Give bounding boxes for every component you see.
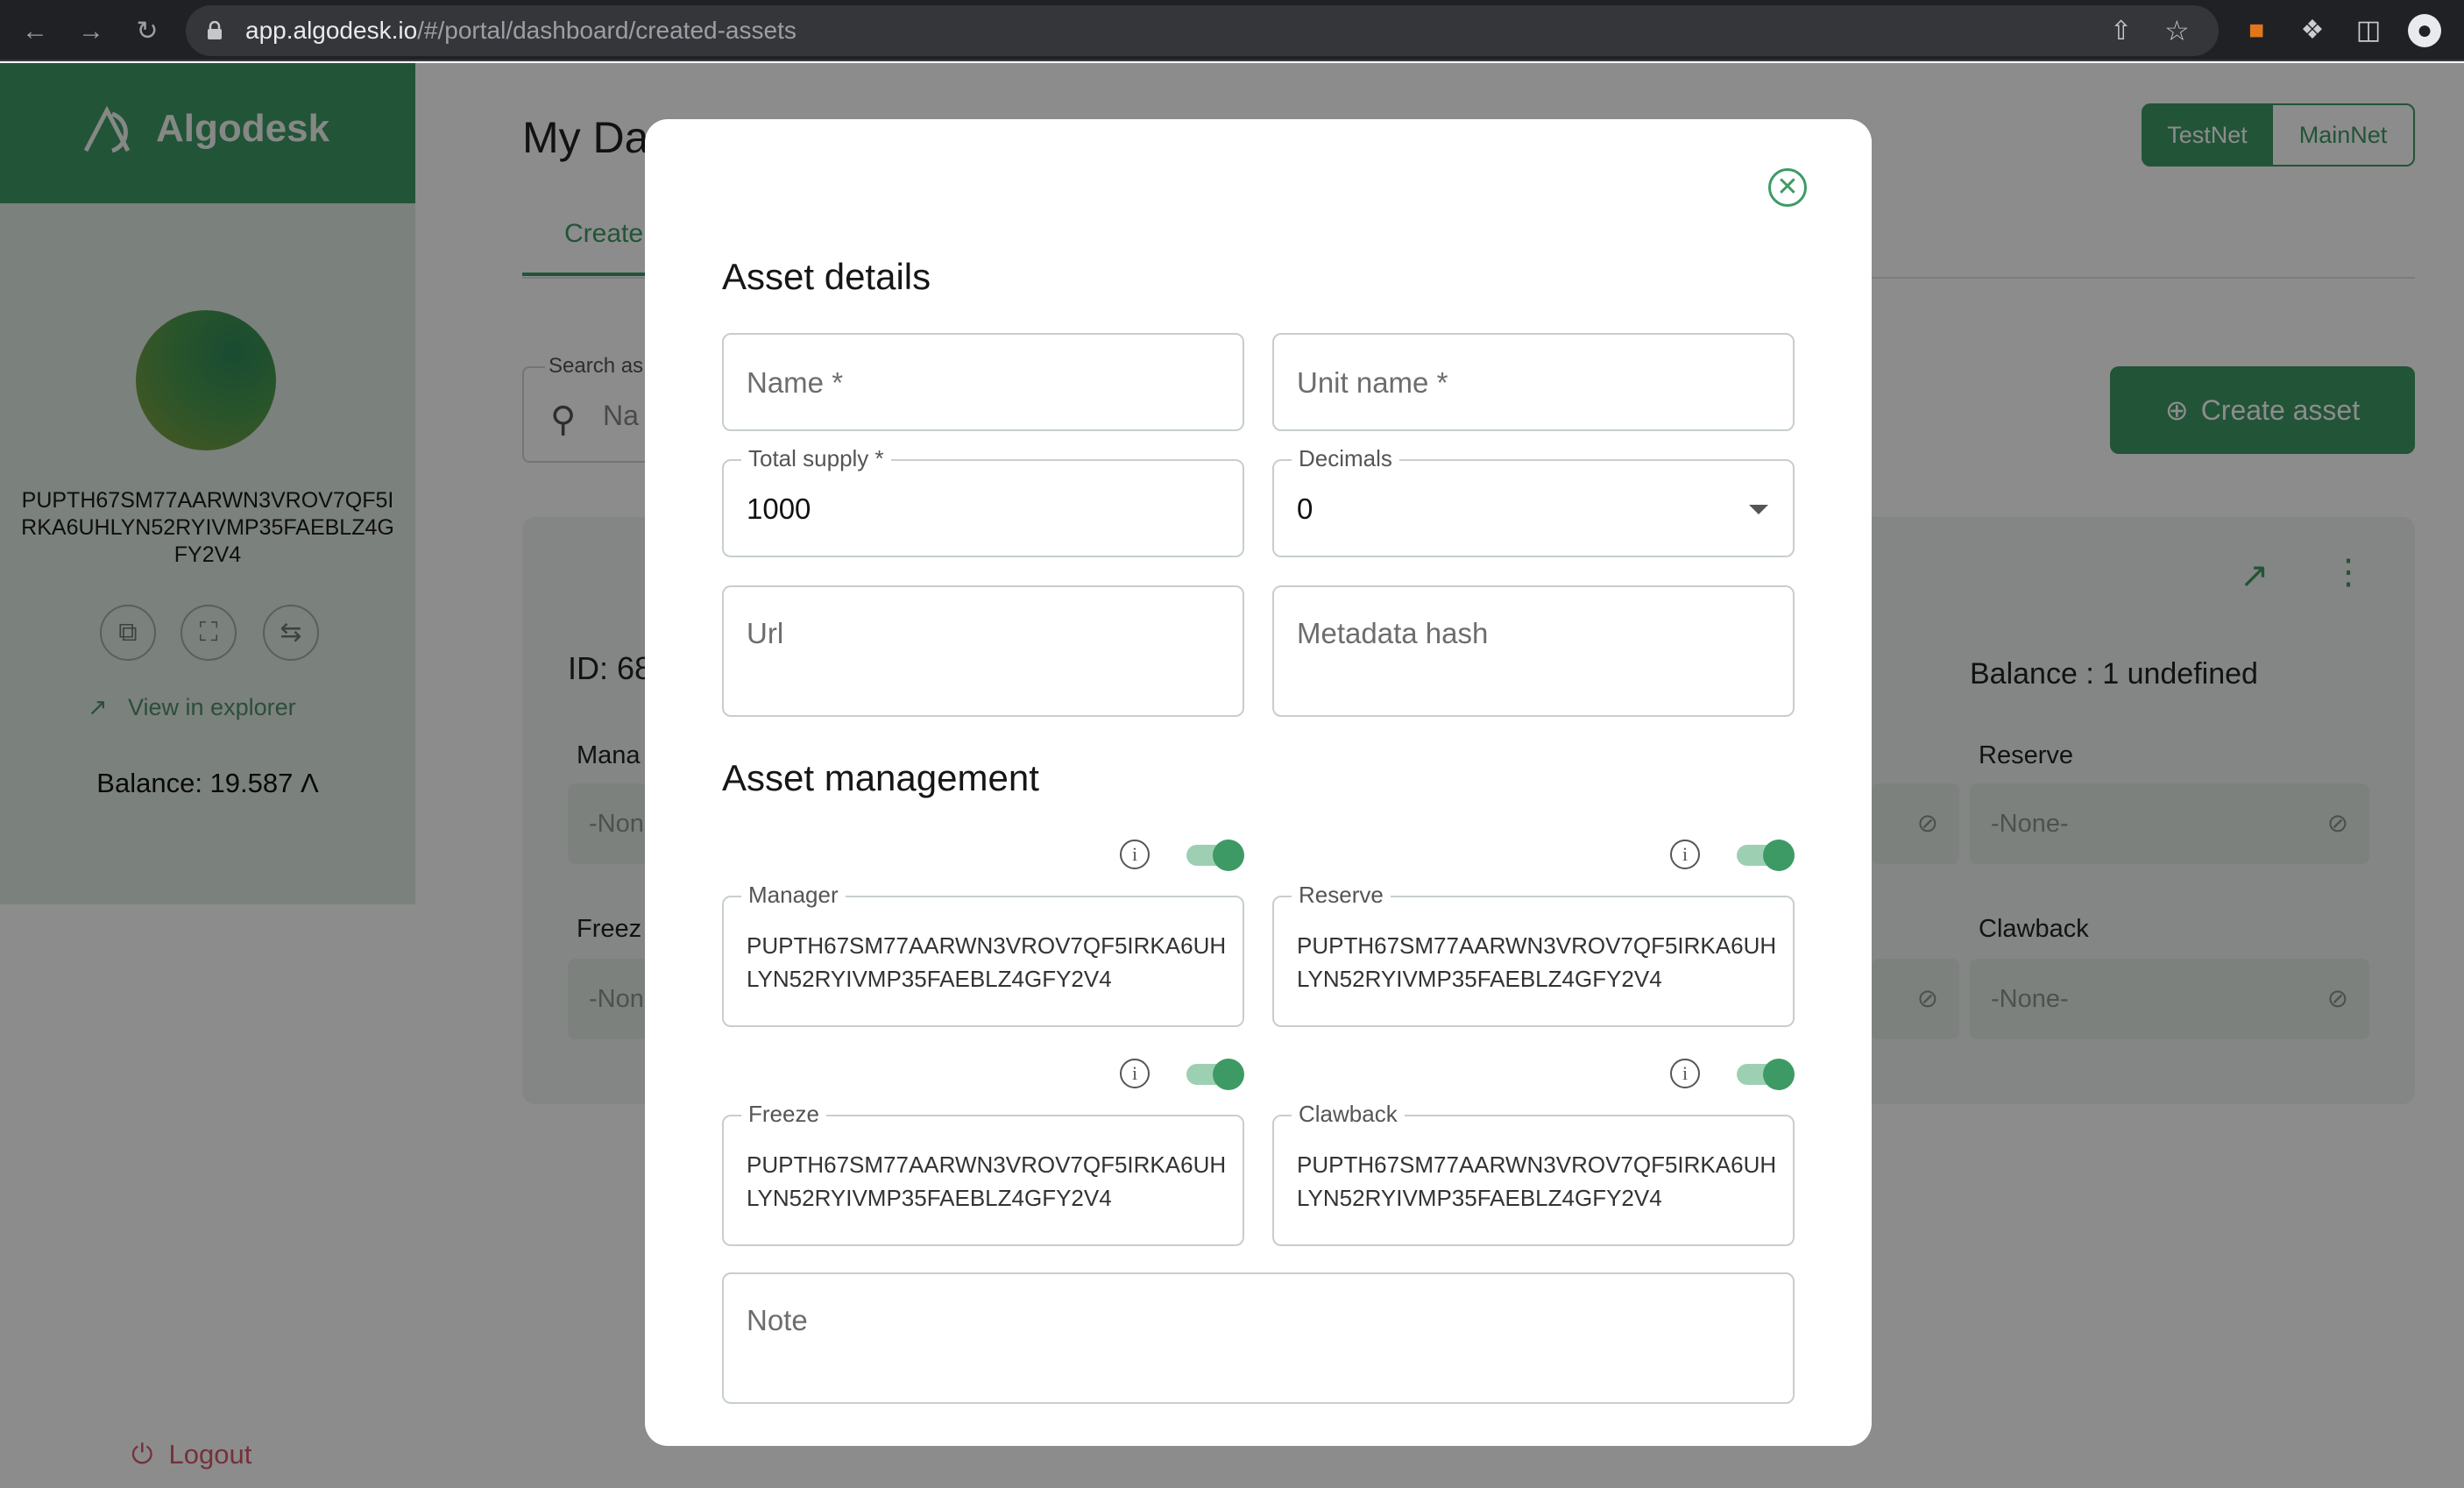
total-supply-input[interactable]: Total supply * 1000	[722, 445, 1244, 557]
create-asset-dialog: ✕ Asset details Name * Unit name * Total…	[645, 119, 1872, 1446]
name-input[interactable]: Name *	[722, 333, 1244, 431]
info-icon[interactable]: i	[1670, 1059, 1700, 1088]
forward-icon[interactable]: →	[74, 14, 109, 49]
fox-icon[interactable]: ■	[2240, 14, 2273, 47]
decimals-label: Decimals	[1292, 445, 1399, 472]
url-path: /#/portal/dashboard/created-assets	[417, 17, 797, 44]
decimals-value: 0	[1297, 492, 1313, 525]
star-icon[interactable]: ☆	[2164, 14, 2190, 47]
url-text: app.algodesk.io/#/portal/dashboard/creat…	[245, 5, 797, 56]
manager-label: Manager	[741, 882, 846, 909]
url-placeholder: Url	[747, 617, 784, 649]
freeze-label: Freeze	[741, 1101, 826, 1128]
browser-toolbar: ← → ↻ app.algodesk.io/#/portal/dashboard…	[0, 0, 2464, 61]
back-icon[interactable]: ←	[18, 14, 53, 49]
info-icon[interactable]: i	[1120, 1059, 1150, 1088]
toggle-knob	[1213, 1059, 1244, 1090]
reserve-address: PUPTH67SM77AARWN3VROV7QF5IRKA6UHLYN52RYI…	[1297, 932, 1777, 992]
manager-toggle[interactable]	[1186, 840, 1244, 871]
freeze-toggle[interactable]	[1186, 1059, 1244, 1090]
total-supply-value: 1000	[747, 492, 811, 525]
decimals-select[interactable]: Decimals 0	[1272, 445, 1795, 557]
profile-icon[interactable]: ●	[2408, 14, 2441, 47]
address-bar[interactable]: app.algodesk.io/#/portal/dashboard/creat…	[186, 5, 2219, 56]
sidepanel-icon[interactable]: ◫	[2352, 14, 2385, 47]
toggle-knob	[1213, 840, 1244, 871]
clawback-address: PUPTH67SM77AARWN3VROV7QF5IRKA6UHLYN52RYI…	[1297, 1151, 1777, 1211]
freeze-address-input[interactable]: Freeze PUPTH67SM77AARWN3VROV7QF5IRKA6UHL…	[722, 1101, 1244, 1246]
clawback-toggle[interactable]	[1737, 1059, 1795, 1090]
manager-address: PUPTH67SM77AARWN3VROV7QF5IRKA6UHLYN52RYI…	[747, 932, 1227, 992]
unit-name-input[interactable]: Unit name *	[1272, 333, 1795, 431]
name-placeholder: Name *	[747, 366, 844, 399]
toggle-knob	[1763, 1059, 1795, 1090]
info-icon[interactable]: i	[1120, 840, 1150, 869]
url-host: app.algodesk.io	[245, 17, 418, 44]
metadata-hash-input[interactable]: Metadata hash	[1272, 585, 1795, 717]
asset-details-heading: Asset details	[722, 256, 931, 297]
freeze-address: PUPTH67SM77AARWN3VROV7QF5IRKA6UHLYN52RYI…	[747, 1151, 1227, 1211]
note-placeholder: Note	[747, 1304, 808, 1336]
unit-name-placeholder: Unit name *	[1297, 366, 1448, 399]
asset-management-heading: Asset management	[722, 757, 1039, 798]
note-input[interactable]: Note	[722, 1272, 1795, 1404]
puzzle-icon[interactable]: ❖	[2296, 14, 2329, 47]
reserve-label: Reserve	[1292, 882, 1391, 909]
reserve-address-input[interactable]: Reserve PUPTH67SM77AARWN3VROV7QF5IRKA6UH…	[1272, 882, 1795, 1027]
share-icon[interactable]: ⇧	[2110, 16, 2132, 46]
caret-down-icon	[1749, 505, 1768, 514]
manager-address-input[interactable]: Manager PUPTH67SM77AARWN3VROV7QF5IRKA6UH…	[722, 882, 1244, 1027]
info-icon[interactable]: i	[1670, 840, 1700, 869]
clawback-label: Clawback	[1292, 1101, 1405, 1128]
reload-icon[interactable]: ↻	[130, 14, 165, 49]
total-supply-label: Total supply *	[741, 445, 891, 472]
reserve-toggle[interactable]	[1737, 840, 1795, 871]
clawback-address-input[interactable]: Clawback PUPTH67SM77AARWN3VROV7QF5IRKA6U…	[1272, 1101, 1795, 1246]
toggle-knob	[1763, 840, 1795, 871]
close-icon[interactable]: ✕	[1768, 168, 1807, 207]
metadata-hash-placeholder: Metadata hash	[1297, 617, 1489, 649]
lock-icon	[208, 21, 222, 39]
url-input[interactable]: Url	[722, 585, 1244, 717]
